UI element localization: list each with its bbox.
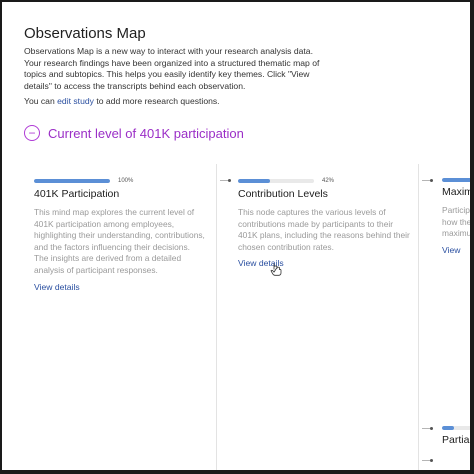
progress-indicator: 100% (34, 178, 206, 184)
view-details-link[interactable]: View (442, 245, 460, 255)
progress-percent: 100% (118, 178, 134, 184)
node-title: 401K Participation (34, 188, 120, 200)
collapse-topic-button[interactable]: − (24, 125, 40, 141)
edit-prefix: You can (24, 96, 58, 106)
node-title: Partial (442, 434, 472, 446)
view-details-link[interactable]: View details (34, 282, 80, 292)
node-connector-dot (430, 427, 433, 430)
progress-fill (442, 426, 454, 430)
progress-fill (34, 179, 110, 183)
progress-percent: 42% (322, 178, 335, 184)
progress-indicator (442, 426, 470, 430)
topic-title: Current level of 401K participation (48, 125, 244, 141)
hand-pointer-icon (270, 263, 282, 276)
mind-map-board: 100% 401K Participation This mind map ex… (4, 164, 473, 470)
progress-indicator (442, 178, 470, 182)
progress-fill (238, 179, 270, 183)
node-description: This node captures the various levels of… (238, 207, 410, 252)
node-connector-dot (430, 459, 433, 462)
node-title: Maxim (442, 186, 473, 198)
progress-track (34, 179, 110, 183)
observations-map-window: Observations Map Observations Map is a n… (0, 0, 474, 474)
column-divider (216, 164, 217, 470)
intro-paragraph: Observations Map is a new way to interac… (24, 46, 320, 91)
topic-header: − Current level of 401K participation (24, 125, 244, 141)
node-description: This mind map explores the current level… (34, 207, 205, 275)
node-card[interactable]: Partial (442, 426, 472, 446)
node-connector-dot (228, 179, 231, 182)
intro-text: Observations Map is a new way to interac… (24, 46, 324, 92)
column-divider (418, 164, 419, 470)
node-card[interactable]: 42% Contribution Levels This node captur… (238, 178, 412, 271)
progress-track (442, 426, 470, 430)
progress-track (442, 178, 470, 182)
node-card[interactable]: 100% 401K Participation This mind map ex… (34, 178, 206, 295)
progress-indicator: 42% (238, 178, 412, 184)
edit-study-line: You can edit study to add more research … (24, 96, 220, 106)
node-title: Contribution Levels (238, 188, 328, 200)
edit-study-link[interactable]: edit study (57, 96, 94, 106)
page-title: Observations Map (24, 25, 146, 42)
edit-suffix: to add more research questions. (93, 96, 220, 106)
progress-track (238, 179, 314, 183)
node-connector-dot (430, 179, 433, 182)
node-card[interactable]: Maxim Particip how the maximu View (442, 178, 473, 258)
node-description: Particip how the maximu (442, 205, 472, 239)
progress-fill (442, 178, 470, 182)
